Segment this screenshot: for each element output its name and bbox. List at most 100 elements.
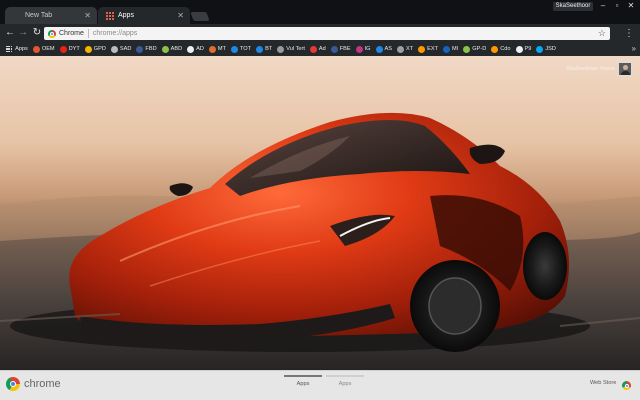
web-store-icon[interactable] [622, 381, 631, 390]
youtube-icon [59, 45, 67, 53]
profile-button[interactable]: SkaSeethoor [553, 2, 593, 11]
bookmark-p9[interactable]: P9 [515, 45, 531, 53]
menu-icon[interactable]: ⋮ [624, 27, 634, 40]
reload-icon[interactable]: ↻ [31, 26, 43, 40]
bookmark-bt[interactable]: BT [256, 45, 273, 53]
tab-title: New Tab [25, 12, 53, 19]
bookmark-sad[interactable]: SAD [110, 45, 132, 53]
bookmark-abd[interactable]: ABD [161, 45, 183, 53]
bookmark-as[interactable]: AS [375, 45, 392, 53]
close-icon[interactable]: ✕ [84, 11, 91, 20]
user-name: SkaSeethoor Veera [566, 66, 615, 72]
tab-apps[interactable]: Apps ✕ [98, 7, 190, 24]
bookmark-mi[interactable]: MI [443, 45, 459, 53]
user-chip[interactable]: SkaSeethoor Veera [566, 62, 632, 76]
bookmark-ad[interactable]: Ad [309, 45, 326, 53]
page-tab-apps-2[interactable]: Apps [326, 375, 364, 387]
bookmark-fbd[interactable]: FBD [136, 45, 157, 53]
bookmark-label: BT [265, 46, 273, 52]
doc-icon [515, 45, 523, 53]
extension-icon [418, 45, 426, 53]
divider [87, 29, 89, 38]
bookmark-vul-tert[interactable]: Vul Tert [277, 45, 305, 53]
toolbar: ← → ↻ Chrome chrome://apps ☆ ⋮ [0, 24, 640, 42]
bookmarks-overflow-icon[interactable]: » [632, 44, 636, 53]
bookmark-tot[interactable]: TOT [230, 45, 252, 53]
bookmark-ad[interactable]: AD [187, 45, 204, 53]
avatar[interactable] [617, 62, 632, 76]
car-wallpaper [0, 112, 640, 370]
cdo-icon [491, 45, 499, 53]
new-tab-button[interactable] [190, 12, 210, 21]
bookmark-gp-d[interactable]: GP-D [463, 45, 486, 53]
bookmark-label: JSD [545, 46, 556, 52]
instagram-icon [355, 45, 363, 53]
address-bar[interactable]: Chrome chrome://apps ☆ [44, 27, 610, 40]
bookmark-ext[interactable]: EXT [418, 45, 438, 53]
chrome-icon [32, 45, 40, 53]
bt-icon [256, 45, 264, 53]
apps-favicon [106, 11, 114, 20]
drive-icon [84, 45, 92, 53]
ad-icon [309, 45, 317, 53]
android-icon [161, 45, 169, 53]
bookmark-xt[interactable]: XT [397, 45, 414, 53]
app-icon [187, 45, 195, 53]
bookmark-label: OEM [41, 46, 55, 52]
bookmark-oem[interactable]: OEM [32, 45, 55, 53]
bookmark-label: MT [217, 46, 226, 52]
tab-strip: New Tab ✕ Apps ✕ SkaSeethoor – ▫ ✕ [0, 0, 640, 24]
sparkle-icon [277, 45, 285, 53]
new-tab-favicon [13, 12, 21, 20]
image-icon [208, 45, 216, 53]
bookmark-ig[interactable]: IG [355, 45, 371, 53]
bookmark-label: FBE [339, 46, 351, 52]
tab-title: Apps [118, 12, 134, 19]
bookmark-jsd[interactable]: JSD [536, 45, 556, 53]
page-tab-apps-1[interactable]: Apps [284, 375, 322, 387]
bookmark-label: ABD [170, 46, 183, 52]
bookmark-label: AD [196, 46, 204, 52]
bookmark-label: XT [406, 46, 414, 52]
close-icon[interactable]: ✕ [177, 11, 184, 20]
facebook-icon [330, 45, 338, 53]
chrome-logo-icon [6, 377, 20, 391]
apps-page-background: SkaSeethoor Veera [0, 56, 640, 370]
bookmark-mt[interactable]: MT [208, 45, 226, 53]
maximize-icon[interactable]: ▫ [610, 1, 624, 11]
store-icon [230, 45, 238, 53]
bookmark-cdo[interactable]: Cdo [491, 45, 511, 53]
page-indicator [326, 375, 364, 377]
bookmark-label: Ad [318, 46, 326, 52]
bookmark-gpd[interactable]: GPD [84, 45, 106, 53]
bookmark-apps[interactable]: Apps [6, 45, 28, 53]
bookmark-fbe[interactable]: FBE [330, 45, 351, 53]
android-icon [463, 45, 471, 53]
chrome-icon [48, 29, 56, 38]
bookmark-dyt[interactable]: DYT [59, 45, 80, 53]
apps-grid-icon [6, 45, 13, 53]
minimize-icon[interactable]: – [596, 1, 610, 11]
back-icon[interactable]: ← [4, 26, 16, 40]
bookmark-label: DYT [68, 46, 80, 52]
bookmark-label: IG [364, 46, 371, 52]
appstore-icon [375, 45, 383, 53]
url-text[interactable]: chrome://apps [93, 30, 137, 37]
bookmark-label: TOT [239, 46, 252, 52]
web-store-link[interactable]: Web Store [590, 380, 616, 386]
share-icon [110, 45, 118, 53]
bookmark-label: MI [452, 46, 459, 52]
tab-new-tab[interactable]: New Tab ✕ [5, 7, 97, 24]
page-indicator [284, 375, 322, 377]
star-icon[interactable]: ☆ [598, 28, 606, 39]
bookmark-label: GPD [93, 46, 106, 52]
bookmark-label: SAD [119, 46, 132, 52]
bookmark-label: Cdo [500, 46, 511, 52]
scheme-label: Chrome [59, 30, 84, 37]
bookmarks-bar: Apps OEM DYT GPD SAD FBD ABD AD MT TOT BT Vul Tert A… [0, 42, 640, 56]
apps-bottom-bar: chrome Apps Apps Web Store [0, 370, 640, 400]
forward-icon[interactable]: → [17, 26, 29, 40]
facebook-icon [136, 45, 144, 53]
bookmark-label: AS [384, 46, 392, 52]
close-window-icon[interactable]: ✕ [624, 1, 638, 11]
